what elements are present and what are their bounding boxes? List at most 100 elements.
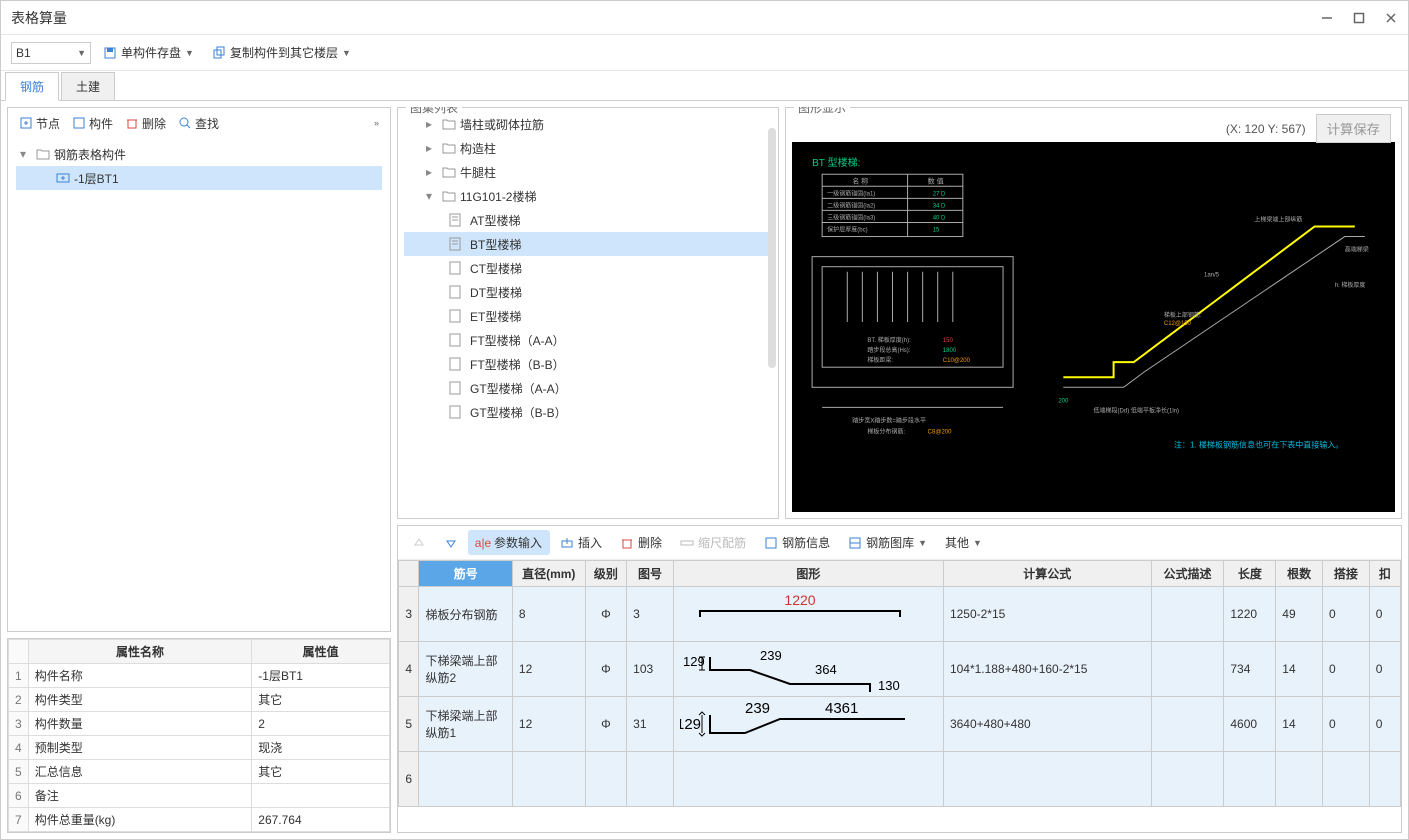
move-down-button[interactable] xyxy=(436,532,466,554)
gallery-item-gt-bb[interactable]: GT型楼梯（B-B） xyxy=(404,400,772,424)
svg-text:364: 364 xyxy=(815,662,837,677)
svg-text:4361: 4361 xyxy=(825,700,858,717)
cad-canvas[interactable]: BT 型楼梯: 名 称 数 值 一级钢筋锚固(la1)27 D 二级钢筋锚固( xyxy=(792,142,1395,512)
grid-row[interactable]: 4 下梯梁端上部纵筋2 12 Φ 103 129 239 364 130 104… xyxy=(399,642,1401,697)
titlebar: 表格算量 xyxy=(1,1,1408,35)
gallery-item-et[interactable]: ET型楼梯 xyxy=(404,304,772,328)
tree-child-label: -1层BT1 xyxy=(74,170,119,187)
trash-icon xyxy=(125,116,139,130)
scale-button[interactable]: 缩尺配筋 xyxy=(672,530,754,555)
svg-text:一级钢筋锚固(la1): 一级钢筋锚固(la1) xyxy=(827,189,875,197)
rebar-info-button[interactable]: 钢筋信息 xyxy=(756,530,838,555)
gallery-folder-stairs[interactable]: ▾11G101-2楼梯 xyxy=(404,184,772,208)
component-item-icon xyxy=(56,171,70,185)
svg-text:1an/5: 1an/5 xyxy=(1204,273,1220,279)
svg-text:高端梯梁: 高端梯梁 xyxy=(1345,246,1369,254)
svg-text:数 值: 数 值 xyxy=(928,176,944,185)
col-loss[interactable]: 扣 xyxy=(1369,561,1400,587)
maximize-button[interactable] xyxy=(1352,11,1366,25)
tab-civil[interactable]: 土建 xyxy=(61,72,115,101)
svg-text:注：1. 楼梯板钢筋信息也可在下表中直接输入。: 注：1. 楼梯板钢筋信息也可在下表中直接输入。 xyxy=(1174,440,1344,450)
param-input-button[interactable]: a|e 参数输入 xyxy=(468,530,550,555)
tree-root[interactable]: ▾ 钢筋表格构件 xyxy=(16,142,382,166)
svg-text:34 D: 34 D xyxy=(933,203,946,209)
rebar-grid-panel: a|e 参数输入 插入 删除 缩尺配筋 xyxy=(397,525,1402,833)
tree-child[interactable]: -1层BT1 xyxy=(16,166,382,190)
grid-row[interactable]: 3 梯板分布钢筋 8 Φ 3 1220 1250-2*15 1220 49 0 … xyxy=(399,587,1401,642)
prop-row[interactable]: 2构件类型其它 xyxy=(9,688,390,712)
svg-text:踏步宽X踏步数=踏步段水平: 踏步宽X踏步数=踏步段水平 xyxy=(852,416,926,424)
gallery-item[interactable]: ▸牛腿柱 xyxy=(404,160,772,184)
chevron-down-icon: ▼ xyxy=(77,48,86,58)
floor-combo-value: B1 xyxy=(16,46,31,60)
col-formula[interactable]: 计算公式 xyxy=(943,561,1151,587)
delete-button[interactable]: 删除 xyxy=(120,113,171,134)
minimize-button[interactable] xyxy=(1320,11,1334,25)
node-button[interactable]: 节点 xyxy=(14,113,65,134)
svg-text:低端梯段(Dd) 低端平板净长(1ln): 低端梯段(Dd) 低端平板净长(1ln) xyxy=(1094,406,1180,414)
insert-button[interactable]: 插入 xyxy=(552,530,610,555)
svg-text:梯板上部钢筋:: 梯板上部钢筋: xyxy=(1164,311,1202,319)
svg-text:梯板分布钢筋:: 梯板分布钢筋: xyxy=(867,428,905,436)
gallery-item-bt[interactable]: BT型楼梯 xyxy=(404,232,772,256)
gallery-item-at[interactable]: AT型楼梯 xyxy=(404,208,772,232)
copy-component-button[interactable]: 复制构件到其它楼层 ▼ xyxy=(206,42,357,64)
document-icon xyxy=(448,333,462,347)
col-drawing[interactable]: 图号 xyxy=(627,561,674,587)
gallery-item-ft-bb[interactable]: FT型楼梯（B-B） xyxy=(404,352,772,376)
svg-text:129: 129 xyxy=(680,716,701,733)
save-icon xyxy=(103,46,117,60)
close-button[interactable] xyxy=(1384,11,1398,25)
folder-icon xyxy=(442,141,456,155)
other-button[interactable]: 其他 ▼ xyxy=(937,530,990,555)
rebar-lib-button[interactable]: 钢筋图库 ▼ xyxy=(840,530,935,555)
svg-text:1800: 1800 xyxy=(943,348,957,354)
prop-row[interactable]: 6备注 xyxy=(9,784,390,808)
document-icon xyxy=(448,285,462,299)
prop-row[interactable]: 3构件数量2 xyxy=(9,712,390,736)
col-count[interactable]: 根数 xyxy=(1276,561,1323,587)
library-icon xyxy=(848,536,862,550)
save-component-button[interactable]: 单构件存盘 ▼ xyxy=(97,42,200,64)
svg-text:梯板距梁:: 梯板距梁: xyxy=(867,356,893,364)
floor-combo[interactable]: B1 ▼ xyxy=(11,42,91,64)
delete-row-button[interactable]: 删除 xyxy=(612,530,670,555)
gallery-item-ct[interactable]: CT型楼梯 xyxy=(404,256,772,280)
svg-text:239: 239 xyxy=(760,648,782,663)
gallery-item-gt-aa[interactable]: GT型楼梯（A-A） xyxy=(404,376,772,400)
col-length[interactable]: 长度 xyxy=(1224,561,1276,587)
document-icon xyxy=(448,357,462,371)
svg-text:三级钢筋锚固(la3): 三级钢筋锚固(la3) xyxy=(827,213,875,221)
component-icon xyxy=(72,116,86,130)
prop-row[interactable]: 5汇总信息其它 xyxy=(9,760,390,784)
prop-row[interactable]: 7构件总重量(kg)267.764 xyxy=(9,808,390,832)
col-dia[interactable]: 直径(mm) xyxy=(512,561,585,587)
insert-icon xyxy=(560,536,574,550)
col-shape[interactable]: 图形 xyxy=(673,561,943,587)
expand-right-button[interactable]: » xyxy=(369,116,384,130)
col-desc[interactable]: 公式描述 xyxy=(1151,561,1224,587)
tab-rebar[interactable]: 钢筋 xyxy=(5,72,59,101)
folder-icon xyxy=(442,117,456,131)
component-button[interactable]: 构件 xyxy=(67,113,118,134)
gallery-item-ft-aa[interactable]: FT型楼梯（A-A） xyxy=(404,328,772,352)
grid-row[interactable]: 5 下梯梁端上部纵筋1 12 Φ 31 129 239 4361 3640+48… xyxy=(399,697,1401,752)
col-grade[interactable]: 级别 xyxy=(585,561,627,587)
gallery-panel: 图集列表 ▸墙柱或砌体拉筋 ▸构造柱 ▸牛腿柱 ▾11G101-2楼梯 AT型楼… xyxy=(397,107,779,519)
gallery-item-dt[interactable]: DT型楼梯 xyxy=(404,280,772,304)
gallery-item[interactable]: ▸构造柱 xyxy=(404,136,772,160)
gallery-item[interactable]: ▸墙柱或砌体拉筋 xyxy=(404,112,772,136)
info-icon xyxy=(764,536,778,550)
move-up-button[interactable] xyxy=(404,532,434,554)
prop-row[interactable]: 4预制类型现浇 xyxy=(9,736,390,760)
calc-save-button[interactable]: 计算保存 xyxy=(1316,114,1391,143)
prop-row[interactable]: 1构件名称-1层BT1 xyxy=(9,664,390,688)
col-no[interactable]: 筋号 xyxy=(419,561,512,587)
grid-row[interactable]: 6 xyxy=(399,752,1401,807)
svg-text:40 D: 40 D xyxy=(933,215,946,221)
col-lap[interactable]: 搭接 xyxy=(1323,561,1370,587)
search-button[interactable]: 查找 xyxy=(173,113,224,134)
collapse-icon[interactable]: ▾ xyxy=(20,147,32,161)
rebar-grid[interactable]: 筋号 直径(mm) 级别 图号 图形 计算公式 公式描述 长度 根数 搭接 扣 xyxy=(398,560,1401,807)
scrollbar[interactable] xyxy=(768,128,776,368)
